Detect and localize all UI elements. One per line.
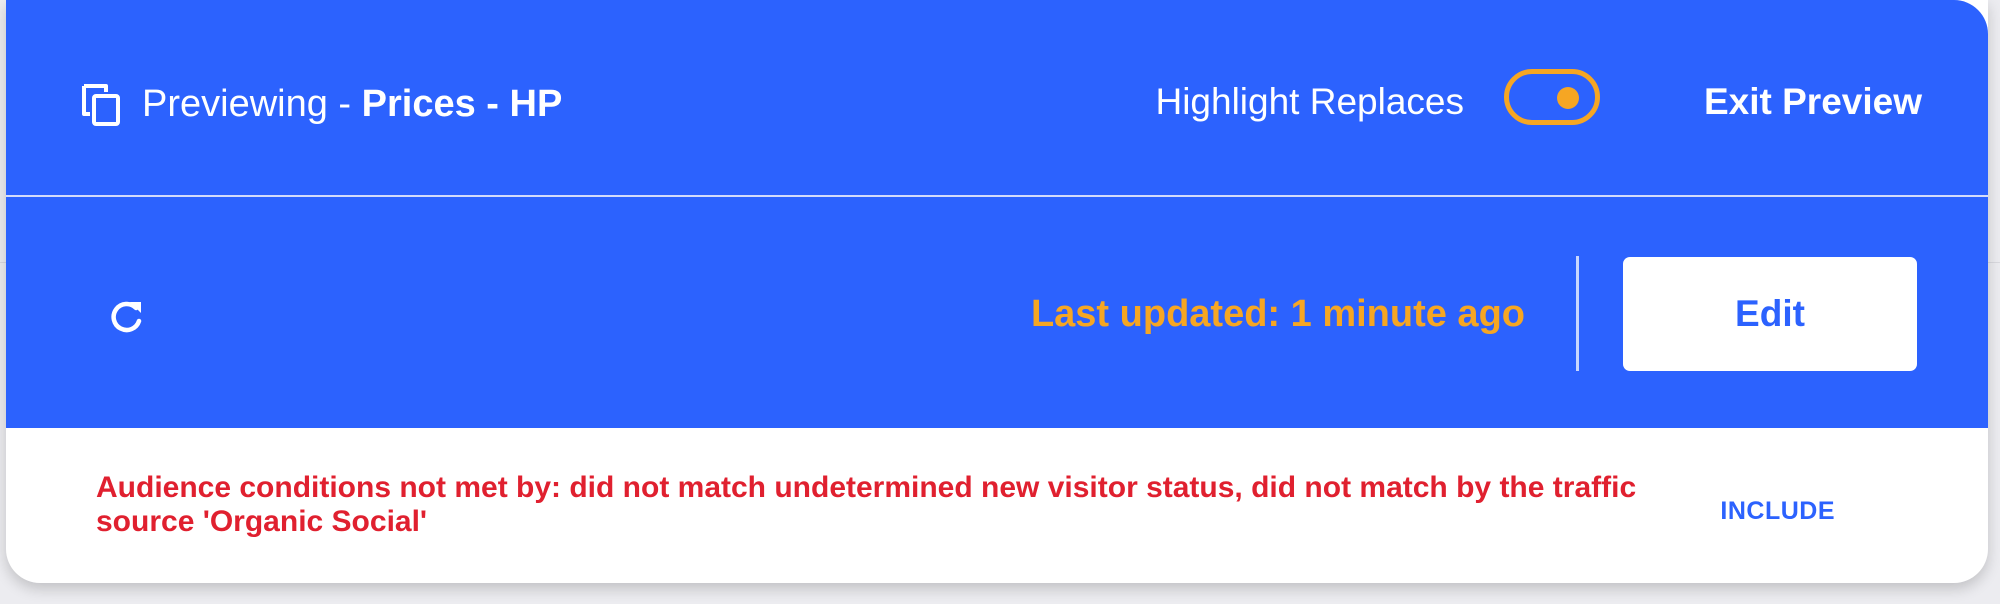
highlight-replaces-label: Highlight Replaces: [1155, 81, 1464, 122]
audience-conditions-message: Audience conditions not met by: did not …: [96, 471, 1637, 538]
copy-icon: [78, 80, 122, 128]
preview-name: Prices - HP: [361, 83, 563, 125]
preview-toolbar: Last updated: 1 minute ago Edit: [6, 197, 1988, 428]
preview-panel: Previewing - Prices - HP Highlight Repla…: [6, 0, 1988, 583]
toolbar-divider: [1576, 256, 1579, 371]
preview-prefix: Previewing -: [142, 83, 362, 125]
last-updated-text: Last updated: 1 minute ago: [1030, 293, 1525, 335]
refresh-icon[interactable]: [106, 297, 146, 337]
preview-header: Previewing - Prices - HP Highlight Repla…: [6, 0, 1988, 197]
edit-button[interactable]: Edit: [1623, 257, 1917, 371]
highlight-replaces-toggle[interactable]: [1504, 69, 1600, 125]
exit-preview-button[interactable]: Exit Preview: [1704, 76, 1922, 128]
include-button[interactable]: INCLUDE: [1720, 494, 1835, 528]
preview-title: Previewing - Prices - HP: [142, 78, 562, 130]
toggle-knob: [1557, 87, 1579, 109]
